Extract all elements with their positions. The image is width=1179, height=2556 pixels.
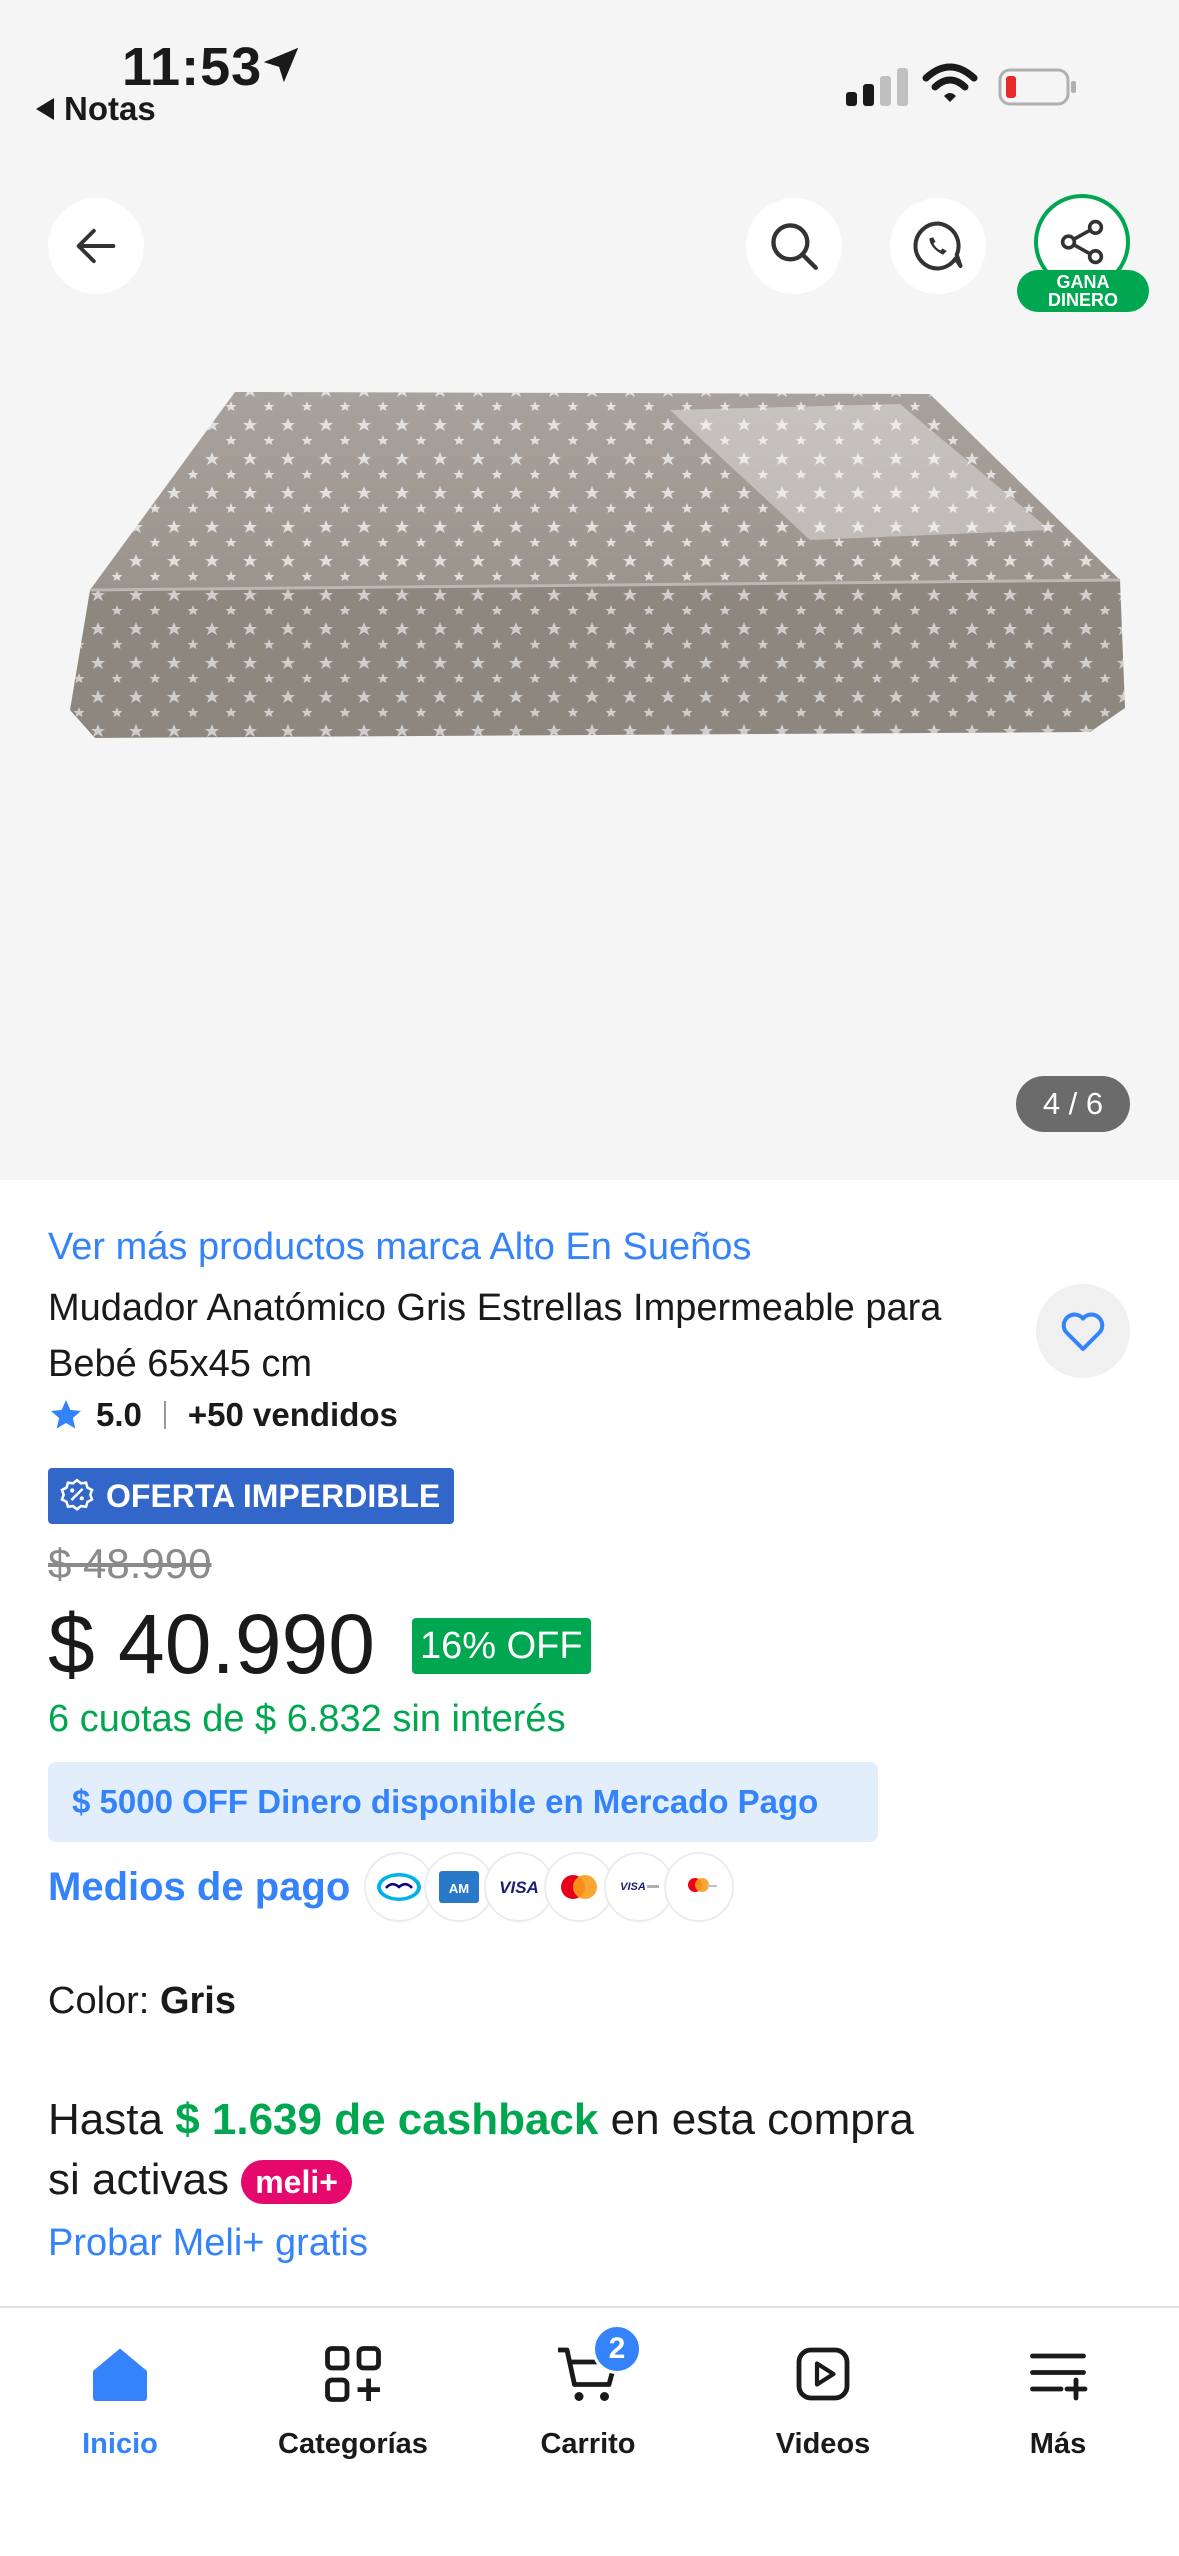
discount-badge: 16% OFF xyxy=(412,1618,591,1674)
original-price: $ 48.990 xyxy=(48,1540,212,1587)
signal-strength-icon xyxy=(846,66,908,106)
back-button[interactable] xyxy=(48,198,144,294)
search-icon xyxy=(771,223,818,270)
color-selector[interactable]: Color: Gris xyxy=(48,1980,236,2023)
maestro-icon xyxy=(664,1852,735,1922)
gana-label: GANA xyxy=(1056,272,1110,292)
whatsapp-icon xyxy=(913,221,963,271)
battery-icon xyxy=(998,68,1076,106)
rating-score: 5.0 xyxy=(96,1396,142,1433)
cart-count-badge: 2 xyxy=(592,2324,642,2374)
rating-divider xyxy=(163,1401,166,1429)
back-app-label: Notas xyxy=(64,90,156,127)
search-button[interactable] xyxy=(746,198,842,294)
nav-label-carrito: Carrito xyxy=(540,2428,636,2460)
color-label: Color: xyxy=(48,1980,150,2022)
back-to-app-link[interactable]: Notas xyxy=(36,90,156,128)
share-icon xyxy=(1060,219,1104,265)
gana-dinero-badge[interactable]: GANA DINERO xyxy=(1017,270,1149,312)
nav-label-categorias: Categorías xyxy=(278,2428,428,2460)
location-arrow-icon xyxy=(263,47,299,83)
cashback-line2: si activas xyxy=(48,2155,229,2204)
current-price: $ 40.990 xyxy=(48,1597,375,1691)
cashback-amount: $ 1.639 de cashback xyxy=(175,2095,599,2144)
svg-text:VISA: VISA xyxy=(620,1881,646,1893)
video-icon xyxy=(796,2347,850,2401)
rating-row[interactable]: 5.0 +50 vendidos xyxy=(48,1396,398,1434)
payment-methods-link[interactable]: Medios de pago xyxy=(48,1865,350,1910)
cashback-prefix: Hasta xyxy=(48,2095,163,2144)
try-meli-plus-link[interactable]: Probar Meli+ gratis xyxy=(48,2222,368,2265)
nav-label-mas: Más xyxy=(1029,2428,1087,2460)
status-time: 11:53 xyxy=(122,37,263,97)
arrow-left-icon xyxy=(76,228,116,264)
back-triangle-icon xyxy=(36,98,54,120)
brand-link[interactable]: Ver más productos marca Alto En Sueños xyxy=(48,1226,751,1269)
discount-seal-icon xyxy=(60,1478,94,1511)
cashback-suffix: en esta compra xyxy=(610,2095,914,2144)
offer-badge: OFERTA IMPERDIBLE xyxy=(48,1468,455,1524)
nav-videos[interactable]: Videos xyxy=(723,2338,923,2461)
mercado-pago-banner[interactable]: $ 5000 OFF Dinero disponible en Mercado … xyxy=(48,1762,878,1842)
favorite-button[interactable] xyxy=(1036,1284,1130,1378)
nav-mas[interactable]: Más xyxy=(958,2338,1158,2461)
whatsapp-share-button[interactable] xyxy=(890,198,986,294)
home-icon xyxy=(93,2348,147,2401)
nav-carrito[interactable]: 2 Carrito xyxy=(488,2324,688,2461)
menu-add-icon xyxy=(1030,2353,1088,2401)
product-image[interactable] xyxy=(50,380,1130,800)
nav-categorias[interactable]: Categorías xyxy=(253,2338,453,2461)
product-title: Mudador Anatómico Gris Estrellas Imperme… xyxy=(48,1287,942,1385)
color-value: Gris xyxy=(159,1980,236,2022)
nav-label-videos: Videos xyxy=(775,2428,871,2460)
product-gallery[interactable]: GANA DINERO 4 / 6 xyxy=(0,150,1179,1180)
gallery-page-indicator: 4 / 6 xyxy=(1016,1076,1130,1132)
heart-icon xyxy=(1061,1312,1105,1352)
installments-info: 6 cuotas de $ 6.832 sin interés xyxy=(48,1698,566,1740)
categories-icon xyxy=(325,2346,381,2402)
cashback-info: Hasta $ 1.639 de cashback en esta compra… xyxy=(48,2090,1048,2210)
sold-count: +50 vendidos xyxy=(187,1396,398,1433)
offer-badge-label: OFERTA IMPERDIBLE xyxy=(106,1477,441,1514)
status-bar: 11:53 Notas xyxy=(0,0,1179,150)
nav-inicio[interactable]: Inicio xyxy=(20,2338,220,2461)
bottom-navigation: Inicio Categorías 2 Carrito Videos Más xyxy=(0,2306,1179,2556)
svg-text:AM: AM xyxy=(449,1881,469,1896)
nav-label-inicio: Inicio xyxy=(82,2428,158,2460)
dinero-label: DINERO xyxy=(1047,290,1118,310)
star-icon xyxy=(51,1400,81,1429)
svg-text:VISA: VISA xyxy=(499,1878,539,1897)
payment-methods-row[interactable]: Medios de pago AM VISA VISA xyxy=(48,1852,735,1922)
wifi-icon xyxy=(922,63,978,102)
meli-plus-badge: meli+ xyxy=(241,2160,352,2205)
